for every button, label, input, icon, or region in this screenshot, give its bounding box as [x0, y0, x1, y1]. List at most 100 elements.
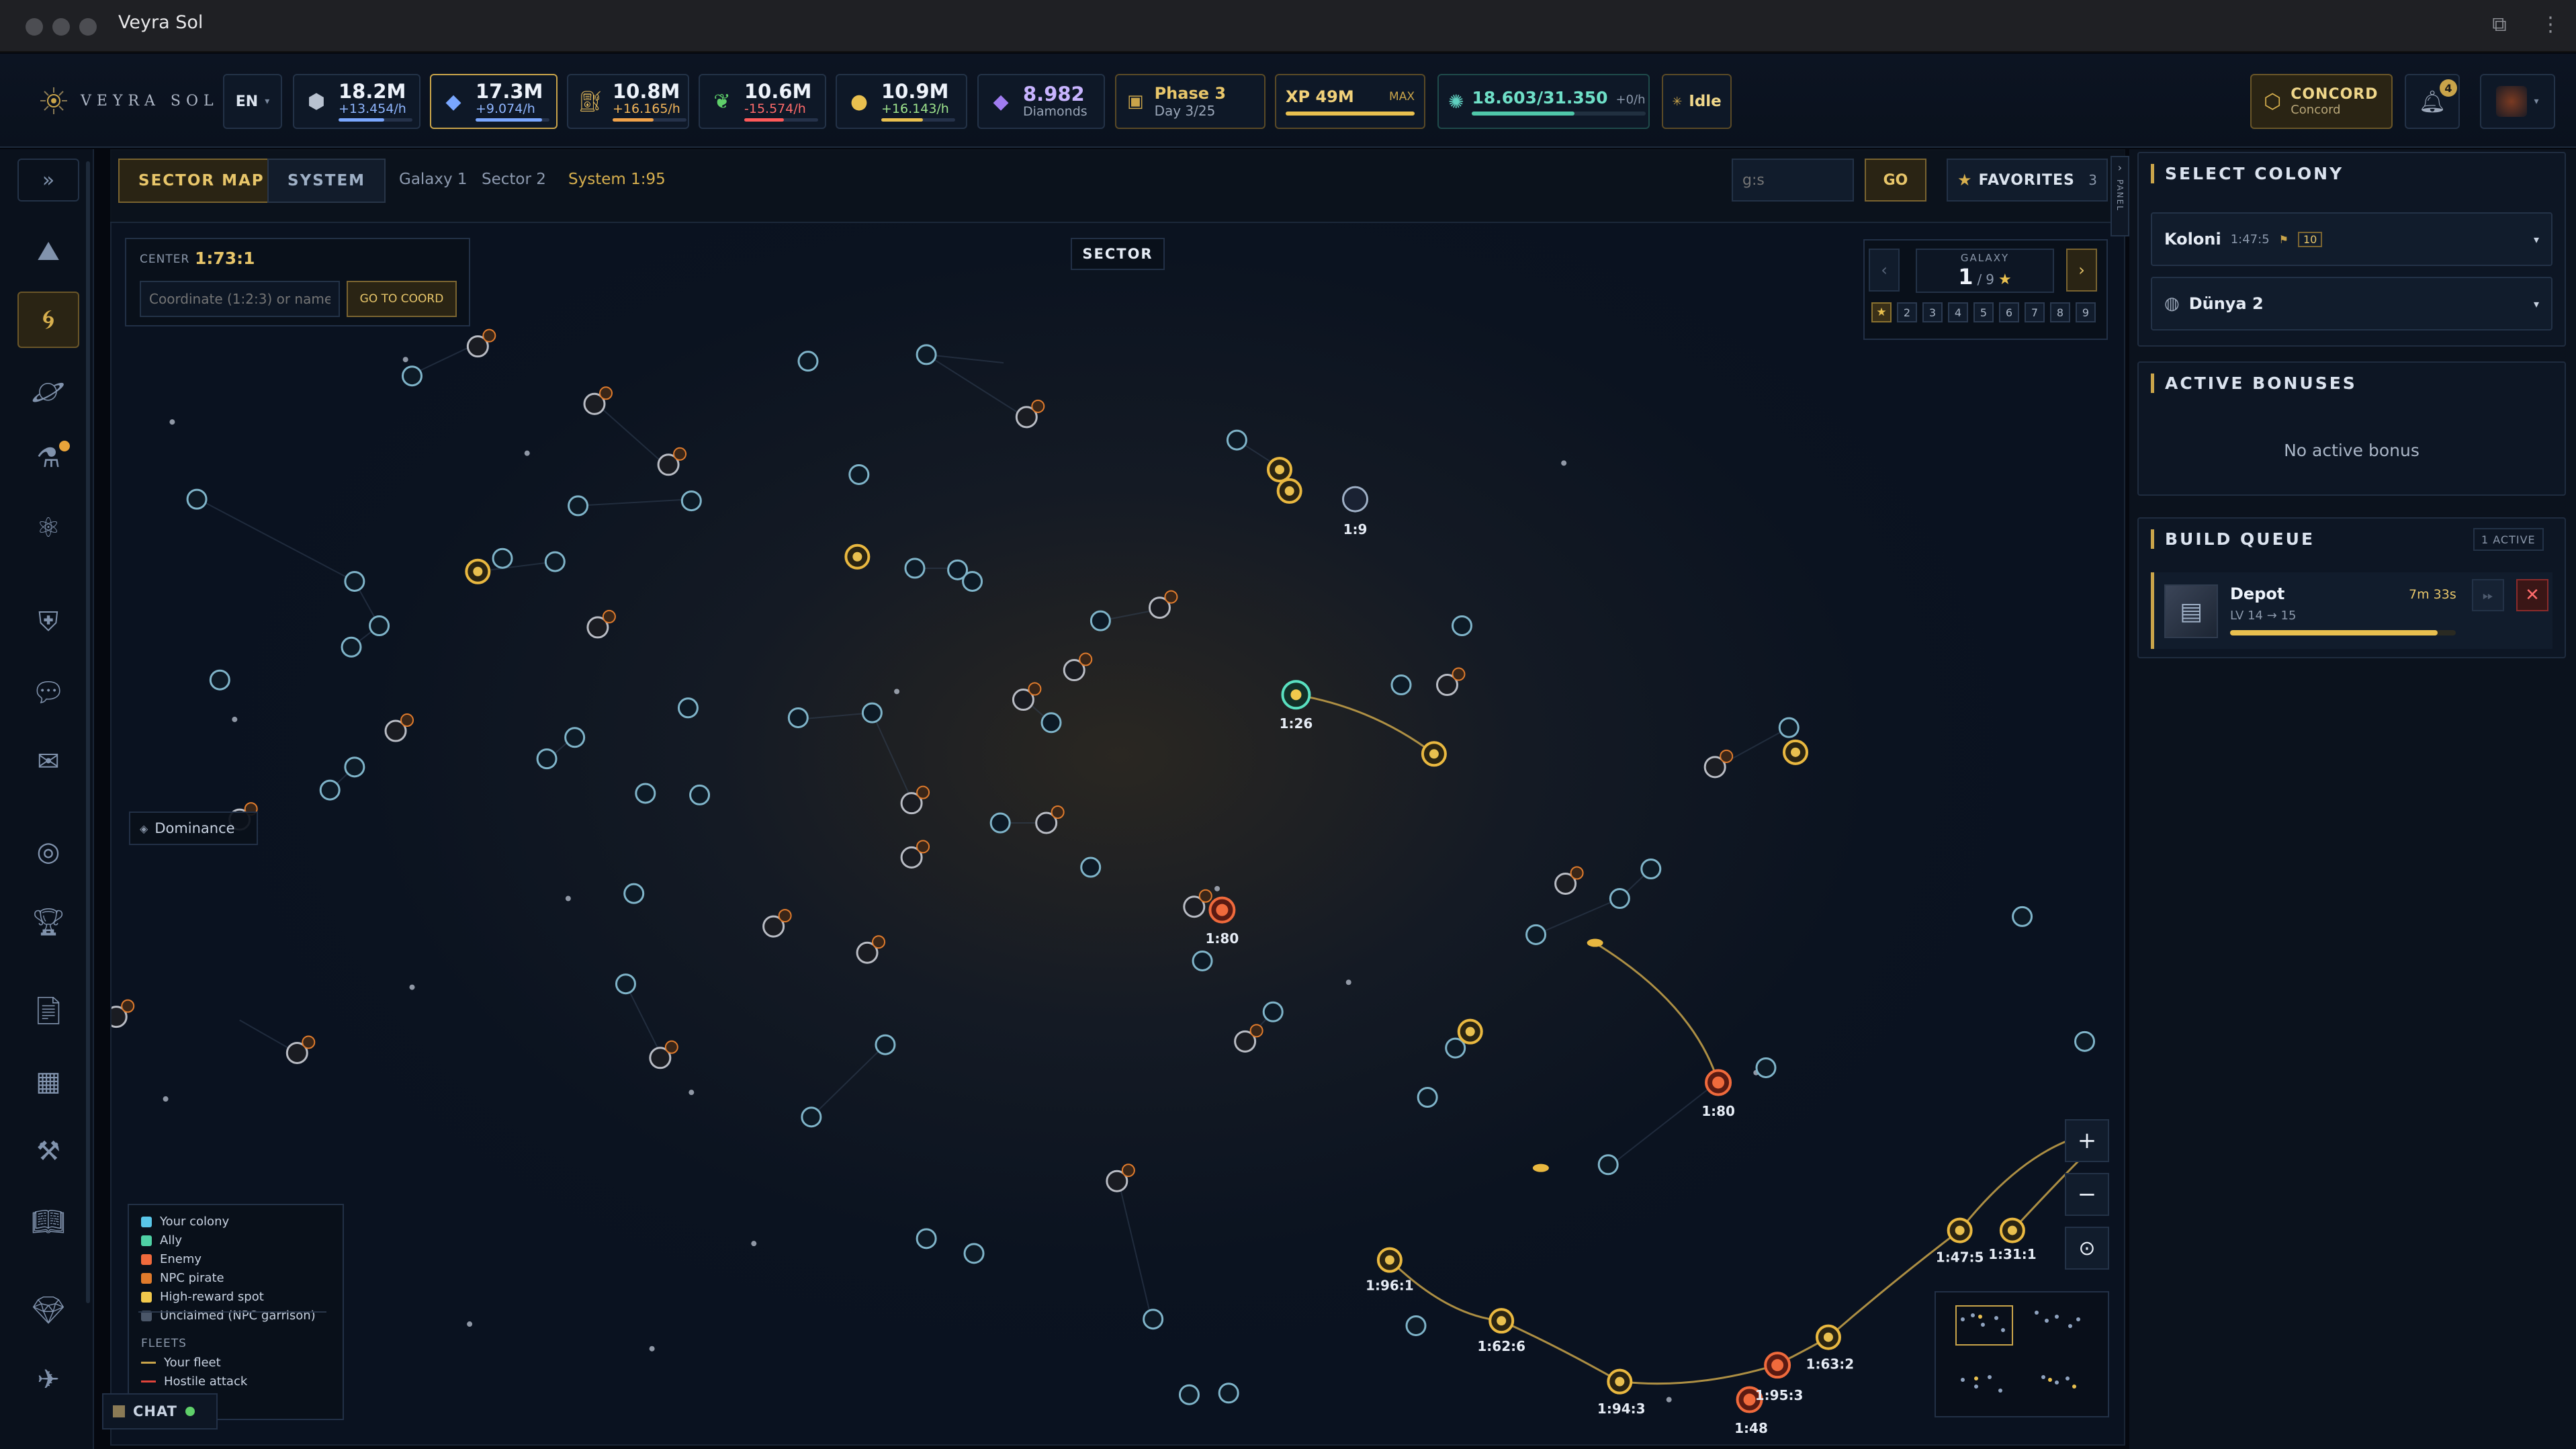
galaxy-prev-button[interactable]: ‹ — [1869, 249, 1900, 292]
unclaimed-planet[interactable] — [492, 547, 513, 569]
unclaimed-planet[interactable] — [904, 558, 926, 579]
unclaimed-planet[interactable] — [344, 570, 365, 592]
unclaimed-planet[interactable] — [319, 779, 341, 801]
galaxy-page-home-star-icon[interactable]: ★ — [1871, 302, 1892, 322]
galaxy-page-button[interactable]: 5 — [1973, 302, 1994, 322]
unclaimed-planet[interactable] — [2074, 1030, 2096, 1052]
recenter-button[interactable]: ⊙ — [2065, 1227, 2109, 1270]
unclaimed-planet[interactable] — [1218, 1382, 1239, 1404]
unclaimed-planet[interactable] — [1262, 1001, 1284, 1022]
unclaimed-planet[interactable] — [344, 756, 365, 778]
minimap-canvas[interactable] — [1936, 1292, 2111, 1419]
sidebar-hammer-icon[interactable]: ⚒ — [17, 1123, 79, 1180]
unclaimed-planet[interactable] — [1178, 1384, 1200, 1405]
galaxy-page-button[interactable]: 9 — [2076, 302, 2096, 322]
coordinate-input[interactable] — [140, 281, 340, 317]
unclaimed-planet[interactable] — [1445, 1037, 1466, 1059]
coordinate-search-input[interactable] — [1732, 159, 1854, 202]
sidebar-mail-icon[interactable]: ✉ — [17, 734, 79, 790]
speedup-button[interactable]: ⏩︎ — [2472, 579, 2504, 611]
unclaimed-planet[interactable] — [1451, 615, 1472, 636]
alliance-button[interactable]: ⬡ CONCORD Concord — [2250, 74, 2393, 129]
unclaimed-planet[interactable] — [801, 1106, 822, 1128]
sidebar-book-icon[interactable]: 📖︎ — [17, 1193, 79, 1249]
extension-icon[interactable]: ⧉ — [2488, 13, 2511, 36]
unclaimed-planet[interactable] — [568, 495, 589, 517]
resource-crystal[interactable]: ◆ 17.3M +9.074/h — [430, 74, 558, 129]
galaxy-page-button[interactable]: 8 — [2050, 302, 2070, 322]
expand-sidebar-button[interactable]: » — [17, 159, 79, 202]
unclaimed-planet[interactable] — [787, 707, 809, 728]
unclaimed-planet[interactable] — [680, 490, 702, 512]
xp-indicator[interactable]: XP 49M MAX — [1275, 74, 1425, 129]
dominance-toggle[interactable]: ◈ Dominance — [129, 811, 258, 845]
unclaimed-planet[interactable] — [677, 697, 699, 719]
unclaimed-planet[interactable] — [635, 783, 656, 804]
unclaimed-planet[interactable] — [797, 351, 819, 372]
zoom-in-button[interactable]: + — [2065, 1119, 2109, 1162]
unclaimed-planet[interactable] — [1143, 1309, 1164, 1330]
unclaimed-planet[interactable] — [689, 784, 711, 805]
galaxy-page-button[interactable]: 2 — [1897, 302, 1917, 322]
resource-metal-ore[interactable]: ⬢ 18.2M +13.454/h — [293, 74, 420, 129]
status-indicator[interactable]: ✳ Idle — [1662, 74, 1732, 129]
profile-menu[interactable]: ▾ — [2480, 74, 2555, 129]
unclaimed-planet[interactable] — [623, 883, 645, 904]
breadcrumb-galaxy[interactable]: Galaxy 1 — [399, 171, 468, 188]
colony-selector[interactable]: Koloni 1:47:5 ⚑ 10 ▾ — [2151, 212, 2552, 266]
unclaimed-planet[interactable] — [1525, 924, 1547, 945]
unclaimed-planet[interactable] — [1597, 1154, 1619, 1176]
galaxy-page-button[interactable]: 3 — [1922, 302, 1943, 322]
sidebar-radar-icon[interactable]: ◎ — [17, 824, 79, 880]
unclaimed-planet[interactable] — [186, 488, 208, 510]
population-indicator[interactable]: ✺ 18.603/31.350 +0/h — [1437, 74, 1650, 129]
search-go-button[interactable]: GO — [1865, 159, 1926, 202]
fleet-ship-icon[interactable] — [1532, 1163, 1549, 1172]
unclaimed-planet[interactable] — [963, 1243, 985, 1264]
sidebar-research-icon[interactable]: ⚗ — [17, 430, 79, 486]
unclaimed-planet[interactable] — [615, 973, 636, 995]
unclaimed-planet[interactable] — [1609, 888, 1630, 910]
unclaimed-planet[interactable] — [1226, 429, 1247, 451]
brand-logo[interactable]: VEYRA SOL — [39, 87, 219, 114]
resource-gold[interactable]: ● 10.9M +16.143/h — [836, 74, 967, 129]
sidebar-atom-icon[interactable]: ⚛ — [17, 500, 79, 556]
unclaimed-planet[interactable] — [1192, 950, 1213, 971]
notifications-button[interactable]: 🔔︎ 4 — [2405, 74, 2460, 129]
sidebar-scrollbar[interactable] — [86, 161, 90, 1303]
sidebar-defense-icon[interactable]: ⛨ — [17, 594, 79, 650]
window-maximize-button[interactable] — [79, 18, 97, 36]
unclaimed-planet[interactable] — [916, 344, 937, 365]
unclaimed-planet[interactable] — [989, 812, 1011, 834]
planet-selector[interactable]: ◍ Dünya 2 ▾ — [2151, 277, 2552, 331]
unclaimed-planet[interactable] — [875, 1034, 896, 1055]
sidebar-grid-icon[interactable]: ▦ — [17, 1053, 79, 1110]
sidebar-galaxy-icon[interactable]: 🌀︎ — [17, 292, 79, 348]
language-selector[interactable]: EN ▾ — [223, 74, 282, 129]
diamonds-counter[interactable]: ◆ 8.982 Diamonds — [977, 74, 1105, 129]
sidebar-fleet-icon[interactable]: ✈ — [17, 1352, 79, 1408]
unclaimed-planet[interactable] — [209, 669, 230, 691]
unclaimed-planet[interactable] — [962, 570, 983, 592]
zoom-out-button[interactable]: − — [2065, 1173, 2109, 1216]
chat-button[interactable]: CHAT — [102, 1393, 218, 1430]
unclaimed-planet[interactable] — [2012, 906, 2033, 927]
map-canvas[interactable]: 1:91:261:801:801:96:11:62:61:94:31:95:31… — [112, 150, 2125, 1446]
breadcrumb-system[interactable]: System 1:95 — [568, 171, 666, 188]
galaxy-page-button[interactable]: 7 — [2025, 302, 2045, 322]
unclaimed-planet[interactable] — [1778, 717, 1800, 738]
unclaimed-planet[interactable] — [369, 615, 390, 636]
unclaimed-planet[interactable] — [402, 365, 423, 387]
galaxy-next-button[interactable]: › — [2066, 249, 2097, 292]
unclaimed-planet[interactable] — [1390, 674, 1412, 696]
sidebar-planet-icon[interactable]: 🪐︎ — [17, 363, 79, 419]
unclaimed-planet[interactable] — [1090, 610, 1111, 631]
go-to-coord-button[interactable]: GO TO COORD — [347, 281, 457, 317]
resource-fuel-canister[interactable]: ⛽︎ 10.8M +16.165/h — [567, 74, 689, 129]
unclaimed-planet[interactable] — [1640, 858, 1662, 879]
favorites-button[interactable]: ★ FAVORITES 3 — [1947, 159, 2108, 202]
sidebar-gem-icon[interactable]: 💎︎ — [17, 1282, 79, 1338]
unclaimed-planet[interactable] — [916, 1228, 937, 1249]
fleet-ship-icon[interactable] — [1587, 938, 1603, 947]
breadcrumb-sector[interactable]: Sector 2 — [482, 171, 546, 188]
